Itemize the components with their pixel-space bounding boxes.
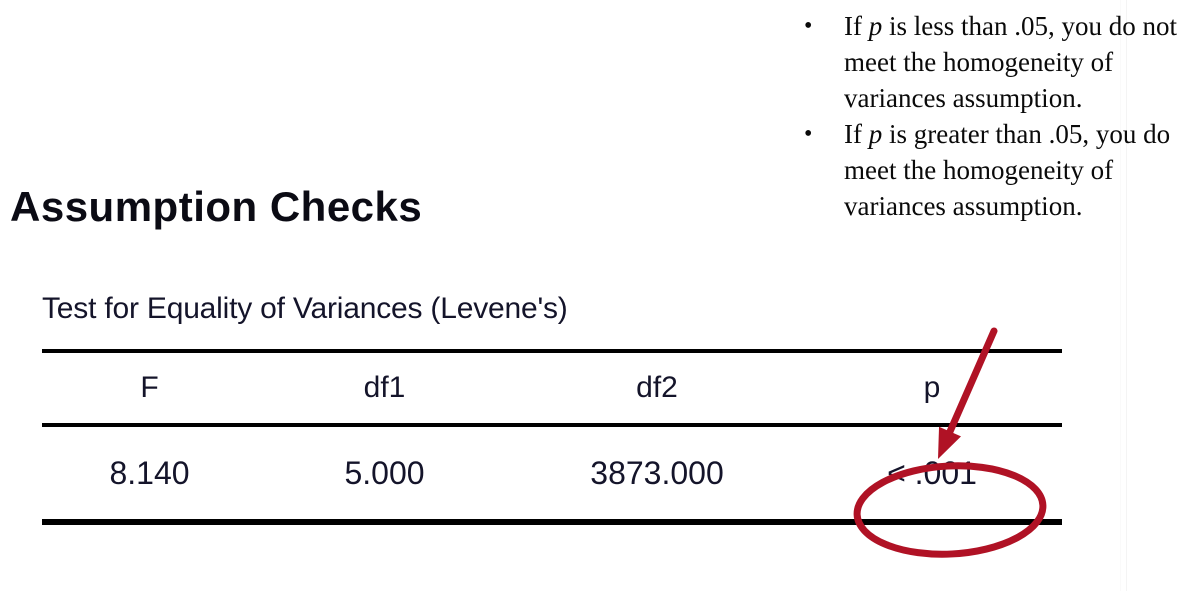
cell-df2-value: 3873.000 [590,454,724,491]
list-item-text: If p is greater than .05, you do meet th… [844,116,1188,224]
note-prefix: If [844,11,869,41]
note-prefix: If [844,119,869,149]
note-symbol-p: p [868,11,883,41]
bullet-glyph: • [804,121,813,147]
note-suffix: is greater than .05, you do meet the hom… [844,119,1171,221]
cell-f-value: 8.140 [109,454,190,491]
note-symbol-p: p [868,119,883,149]
column-header-df2: df2 [636,371,678,404]
list-item: • If p is greater than .05, you do meet … [798,116,1188,224]
table-rule-bottom [42,519,1062,525]
cell-p-value: < .001 [887,454,977,491]
column-header-f: F [140,371,159,404]
levene-test-table: Test for Equality of Variances (Levene's… [42,292,1062,525]
list-item: • If p is less than .05, you do not meet… [798,8,1188,116]
page-title: Assumption Checks [10,183,423,230]
cell-df1-value: 5.000 [344,454,425,491]
table-row: 8.140 5.000 3873.000 < .001 [42,427,1062,519]
note-suffix: is less than .05, you do not meet the ho… [844,11,1177,113]
bullet-glyph: • [804,13,813,39]
slide-canvas: Assumption Checks Test for Equality of V… [0,0,1196,591]
list-item-text: If p is less than .05, you do not meet t… [844,8,1188,116]
table-title: Test for Equality of Variances (Levene's… [42,292,568,325]
table-header-row: F df1 df2 p [42,353,1062,423]
interpretation-notes: • If p is less than .05, you do not meet… [798,8,1188,224]
column-header-p: p [923,371,941,404]
column-header-df1: df1 [363,371,406,404]
